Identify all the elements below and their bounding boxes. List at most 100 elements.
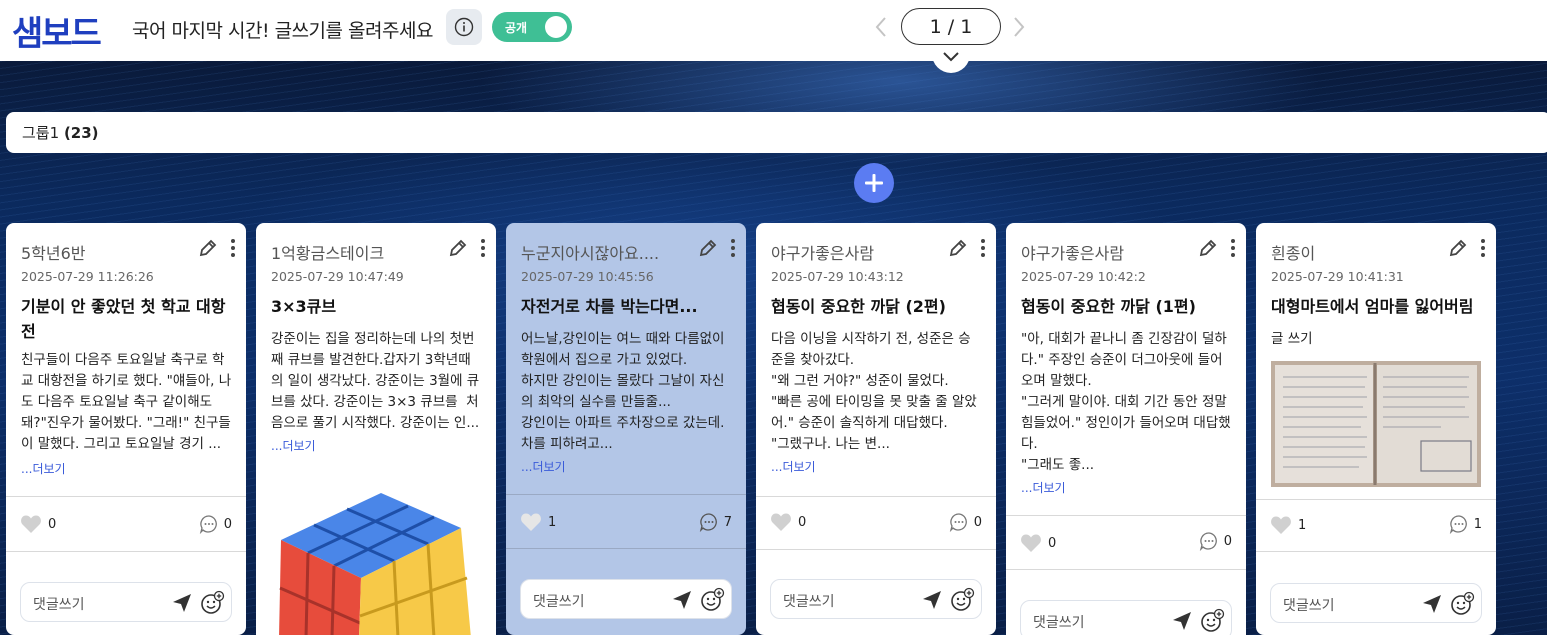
read-more-link[interactable]: ...더보기 bbox=[271, 437, 316, 454]
post-date: 2025-07-29 10:47:49 bbox=[271, 269, 404, 284]
public-toggle[interactable]: 공개 bbox=[492, 12, 572, 42]
comment-placeholder: 댓글쓰기 bbox=[533, 594, 585, 610]
comment-icon bbox=[949, 513, 967, 532]
post-body: "아, 대회가 끝나니 좀 긴장감이 덜하다." 주장인 승준이 더그아웃에 들… bbox=[1021, 331, 1231, 473]
send-icon[interactable] bbox=[171, 592, 193, 614]
add-emoji-icon[interactable] bbox=[1449, 591, 1475, 617]
post-card[interactable]: 야구가좋은사람 2025-07-29 10:43:12 협동이 중요한 까닭 (… bbox=[756, 223, 996, 635]
add-post-button[interactable] bbox=[854, 163, 894, 203]
heart-icon bbox=[1021, 534, 1041, 552]
comment-icon bbox=[1449, 515, 1467, 534]
add-emoji-icon[interactable] bbox=[199, 590, 225, 616]
comment-placeholder: 댓글쓰기 bbox=[783, 594, 835, 610]
post-author: 1억황금스테이크 bbox=[271, 244, 385, 263]
add-emoji-icon[interactable] bbox=[699, 587, 725, 613]
divider bbox=[1006, 569, 1246, 570]
comment-icon bbox=[699, 513, 717, 532]
pencil-icon[interactable] bbox=[1448, 238, 1468, 258]
read-more-link[interactable]: ...더보기 bbox=[771, 458, 816, 475]
read-more-link[interactable]: ...더보기 bbox=[21, 460, 66, 477]
pencil-icon[interactable] bbox=[448, 238, 468, 258]
comment-count-button[interactable]: 0 bbox=[199, 514, 232, 534]
post-card[interactable]: 누군지아시잖아요.... 2025-07-29 10:45:56 자전거로 차를… bbox=[506, 223, 746, 635]
pencil-icon[interactable] bbox=[198, 238, 218, 258]
divider bbox=[1256, 499, 1496, 500]
group-name: 그룹1 bbox=[22, 124, 60, 142]
pencil-icon[interactable] bbox=[948, 238, 968, 258]
like-button[interactable]: 0 bbox=[770, 512, 806, 532]
comment-input[interactable]: 댓글쓰기 bbox=[1270, 583, 1482, 623]
comment-input[interactable]: 댓글쓰기 bbox=[20, 582, 232, 622]
send-icon[interactable] bbox=[1421, 593, 1443, 615]
like-count: 0 bbox=[48, 516, 57, 532]
more-vertical-icon[interactable] bbox=[1230, 238, 1236, 258]
more-vertical-icon[interactable] bbox=[980, 238, 986, 258]
post-title: 기분이 안 좋았던 첫 학교 대항전 bbox=[21, 297, 226, 341]
divider bbox=[756, 496, 996, 497]
post-body: 강준이는 집을 정리하는데 나의 첫번째 큐브를 발견한다.갑자기 3학년때의 … bbox=[271, 331, 480, 431]
comment-count-button[interactable]: 0 bbox=[949, 512, 982, 532]
comment-input[interactable]: 댓글쓰기 bbox=[770, 579, 982, 619]
comment-icon bbox=[1199, 532, 1217, 551]
group-header[interactable]: 그룹1 (23) bbox=[6, 112, 1547, 153]
add-emoji-icon[interactable] bbox=[1199, 608, 1225, 634]
like-button[interactable]: 1 bbox=[520, 512, 556, 532]
more-vertical-icon[interactable] bbox=[730, 238, 736, 258]
board-title: 국어 마지막 시간! 글쓰기를 올려주세요 bbox=[132, 20, 433, 42]
app-logo[interactable]: 샘보드 bbox=[12, 6, 102, 55]
like-button[interactable]: 0 bbox=[1020, 533, 1056, 553]
post-card[interactable]: 흰종이 2025-07-29 10:41:31 대형마트에서 엄마를 잃어버림 … bbox=[1256, 223, 1496, 635]
post-author: 흰종이 bbox=[1271, 244, 1316, 263]
comment-count-button[interactable]: 7 bbox=[699, 512, 732, 532]
divider bbox=[1256, 551, 1496, 552]
pencil-icon[interactable] bbox=[1198, 238, 1218, 258]
post-card[interactable]: 야구가좋은사람 2025-07-29 10:42:2 협동이 중요한 까닭 (1… bbox=[1006, 223, 1246, 635]
more-vertical-icon[interactable] bbox=[230, 238, 236, 258]
comment-count: 1 bbox=[1473, 516, 1482, 532]
more-vertical-icon[interactable] bbox=[1480, 238, 1486, 258]
like-button[interactable]: 0 bbox=[20, 514, 56, 534]
like-button[interactable]: 1 bbox=[1270, 515, 1306, 535]
comment-icon bbox=[199, 515, 217, 534]
post-date: 2025-07-29 11:26:26 bbox=[21, 269, 154, 284]
post-body: 글 쓰기 bbox=[1271, 331, 1313, 347]
comment-input[interactable]: 댓글쓰기 bbox=[520, 579, 732, 619]
comment-count: 7 bbox=[723, 514, 732, 530]
comment-input[interactable]: 댓글쓰기 bbox=[1020, 600, 1232, 635]
next-page-button[interactable] bbox=[1010, 14, 1028, 44]
comment-count: 0 bbox=[1223, 533, 1232, 549]
add-emoji-icon[interactable] bbox=[949, 587, 975, 613]
read-more-link[interactable]: ...더보기 bbox=[521, 458, 566, 475]
divider bbox=[1006, 515, 1246, 516]
comment-placeholder: 댓글쓰기 bbox=[1283, 598, 1335, 614]
post-body: 친구들이 다음주 토요일날 축구로 학교 대항전을 하기로 했다. "얘들아, … bbox=[21, 352, 232, 452]
send-icon[interactable] bbox=[1171, 610, 1193, 632]
post-title: 협동이 중요한 까닭 (1편) bbox=[1021, 297, 1196, 316]
send-icon[interactable] bbox=[921, 589, 943, 611]
public-toggle-label: 공개 bbox=[505, 21, 528, 35]
post-author: 5학년6반 bbox=[21, 244, 86, 263]
divider bbox=[6, 551, 246, 552]
heart-icon bbox=[21, 515, 41, 533]
prev-page-button[interactable] bbox=[872, 14, 890, 44]
comment-count: 0 bbox=[223, 516, 232, 532]
comment-count-button[interactable]: 1 bbox=[1449, 514, 1482, 534]
post-date: 2025-07-29 10:45:56 bbox=[521, 269, 654, 284]
post-title: 3×3큐브 bbox=[271, 297, 337, 316]
more-vertical-icon[interactable] bbox=[480, 238, 486, 258]
post-date: 2025-07-29 10:41:31 bbox=[1271, 269, 1404, 284]
like-count: 1 bbox=[1298, 517, 1307, 533]
divider bbox=[506, 548, 746, 549]
info-button[interactable] bbox=[446, 9, 482, 45]
pencil-icon[interactable] bbox=[698, 238, 718, 258]
post-card[interactable]: 5학년6반 2025-07-29 11:26:26 기분이 안 좋았던 첫 학교… bbox=[6, 223, 246, 635]
like-count: 0 bbox=[798, 514, 807, 530]
comment-count-button[interactable]: 0 bbox=[1199, 531, 1232, 551]
chevron-left-icon bbox=[875, 17, 886, 37]
send-icon[interactable] bbox=[671, 589, 693, 611]
like-count: 1 bbox=[548, 514, 557, 530]
notebook-photo bbox=[1271, 361, 1481, 487]
post-card[interactable]: 1억황금스테이크 2025-07-29 10:47:49 3×3큐브 강준이는 … bbox=[256, 223, 496, 635]
read-more-link[interactable]: ...더보기 bbox=[1021, 479, 1066, 496]
post-date: 2025-07-29 10:43:12 bbox=[771, 269, 904, 284]
